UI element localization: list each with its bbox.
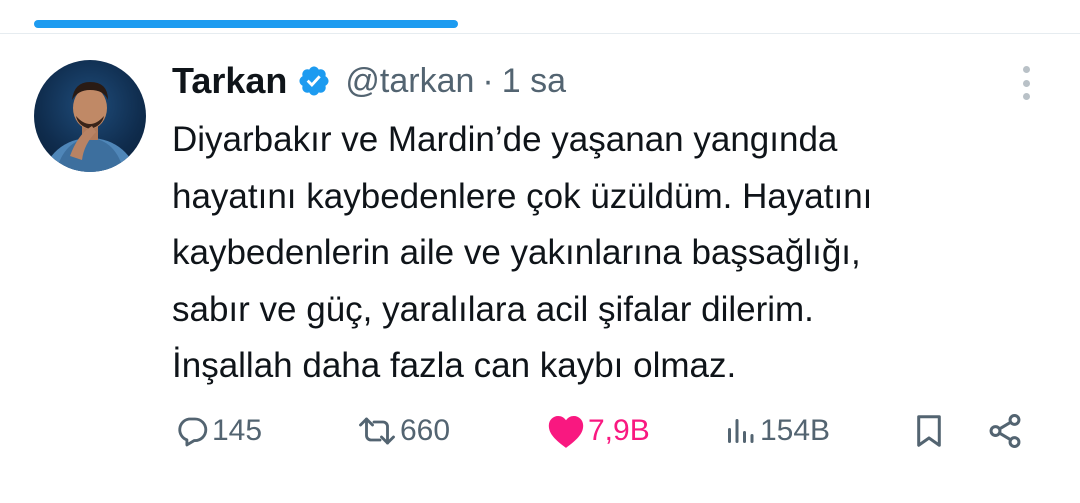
verified-badge-icon: [297, 64, 331, 98]
user-handle[interactable]: @tarkan: [345, 62, 474, 101]
like-count: 7,9B: [588, 414, 650, 447]
reply-count: 145: [212, 414, 263, 447]
retweet-count: 660: [400, 414, 451, 447]
tweet-text-line: hayatını kaybedenlere çok üzüldüm. Hayat…: [172, 176, 873, 216]
top-divider: [0, 33, 1080, 34]
display-name[interactable]: Tarkan: [172, 60, 287, 102]
share-icon: [989, 413, 1021, 449]
views-chart-icon: [728, 419, 754, 443]
bookmark-button[interactable]: [910, 405, 948, 457]
progress-bar-fill: [34, 20, 458, 28]
tweet-text-line: kaybedenlerin aile ve yakınlarına başsağ…: [172, 233, 861, 272]
views-count: 154B: [760, 414, 831, 447]
share-button[interactable]: [986, 405, 1024, 457]
tweet-text-line: sabır ve güç, yaralılara acil şifalar di…: [172, 289, 814, 329]
reply-button[interactable]: 145: [174, 405, 262, 457]
tweet-text-line: İnşallah daha fazla can kaybı olmaz.: [172, 346, 737, 385]
like-button[interactable]: 7,9B: [546, 405, 650, 457]
heart-icon: [548, 415, 584, 448]
reply-icon: [178, 417, 208, 447]
retweet-button[interactable]: 660: [356, 405, 450, 457]
avatar-portrait: [44, 82, 136, 172]
tweet-timestamp[interactable]: 1 sa: [502, 62, 566, 101]
tweet-text-line: Diyarbakır ve Mardin’de yaşanan yangında: [172, 120, 838, 159]
tweet-text: Diyarbakır ve Mardin’de yaşanan yangında…: [172, 112, 1032, 395]
bookmark-icon: [917, 415, 941, 447]
separator-dot: ·: [482, 61, 494, 100]
avatar[interactable]: [34, 60, 146, 172]
tweet-header: Tarkan @tarkan · 1 sa: [172, 56, 566, 106]
views-button[interactable]: 154B: [722, 405, 830, 457]
tweet-actions: 145 660 7,9B 154B: [0, 405, 1080, 457]
retweet-icon: [359, 417, 395, 445]
more-options-icon[interactable]: [1016, 66, 1036, 100]
